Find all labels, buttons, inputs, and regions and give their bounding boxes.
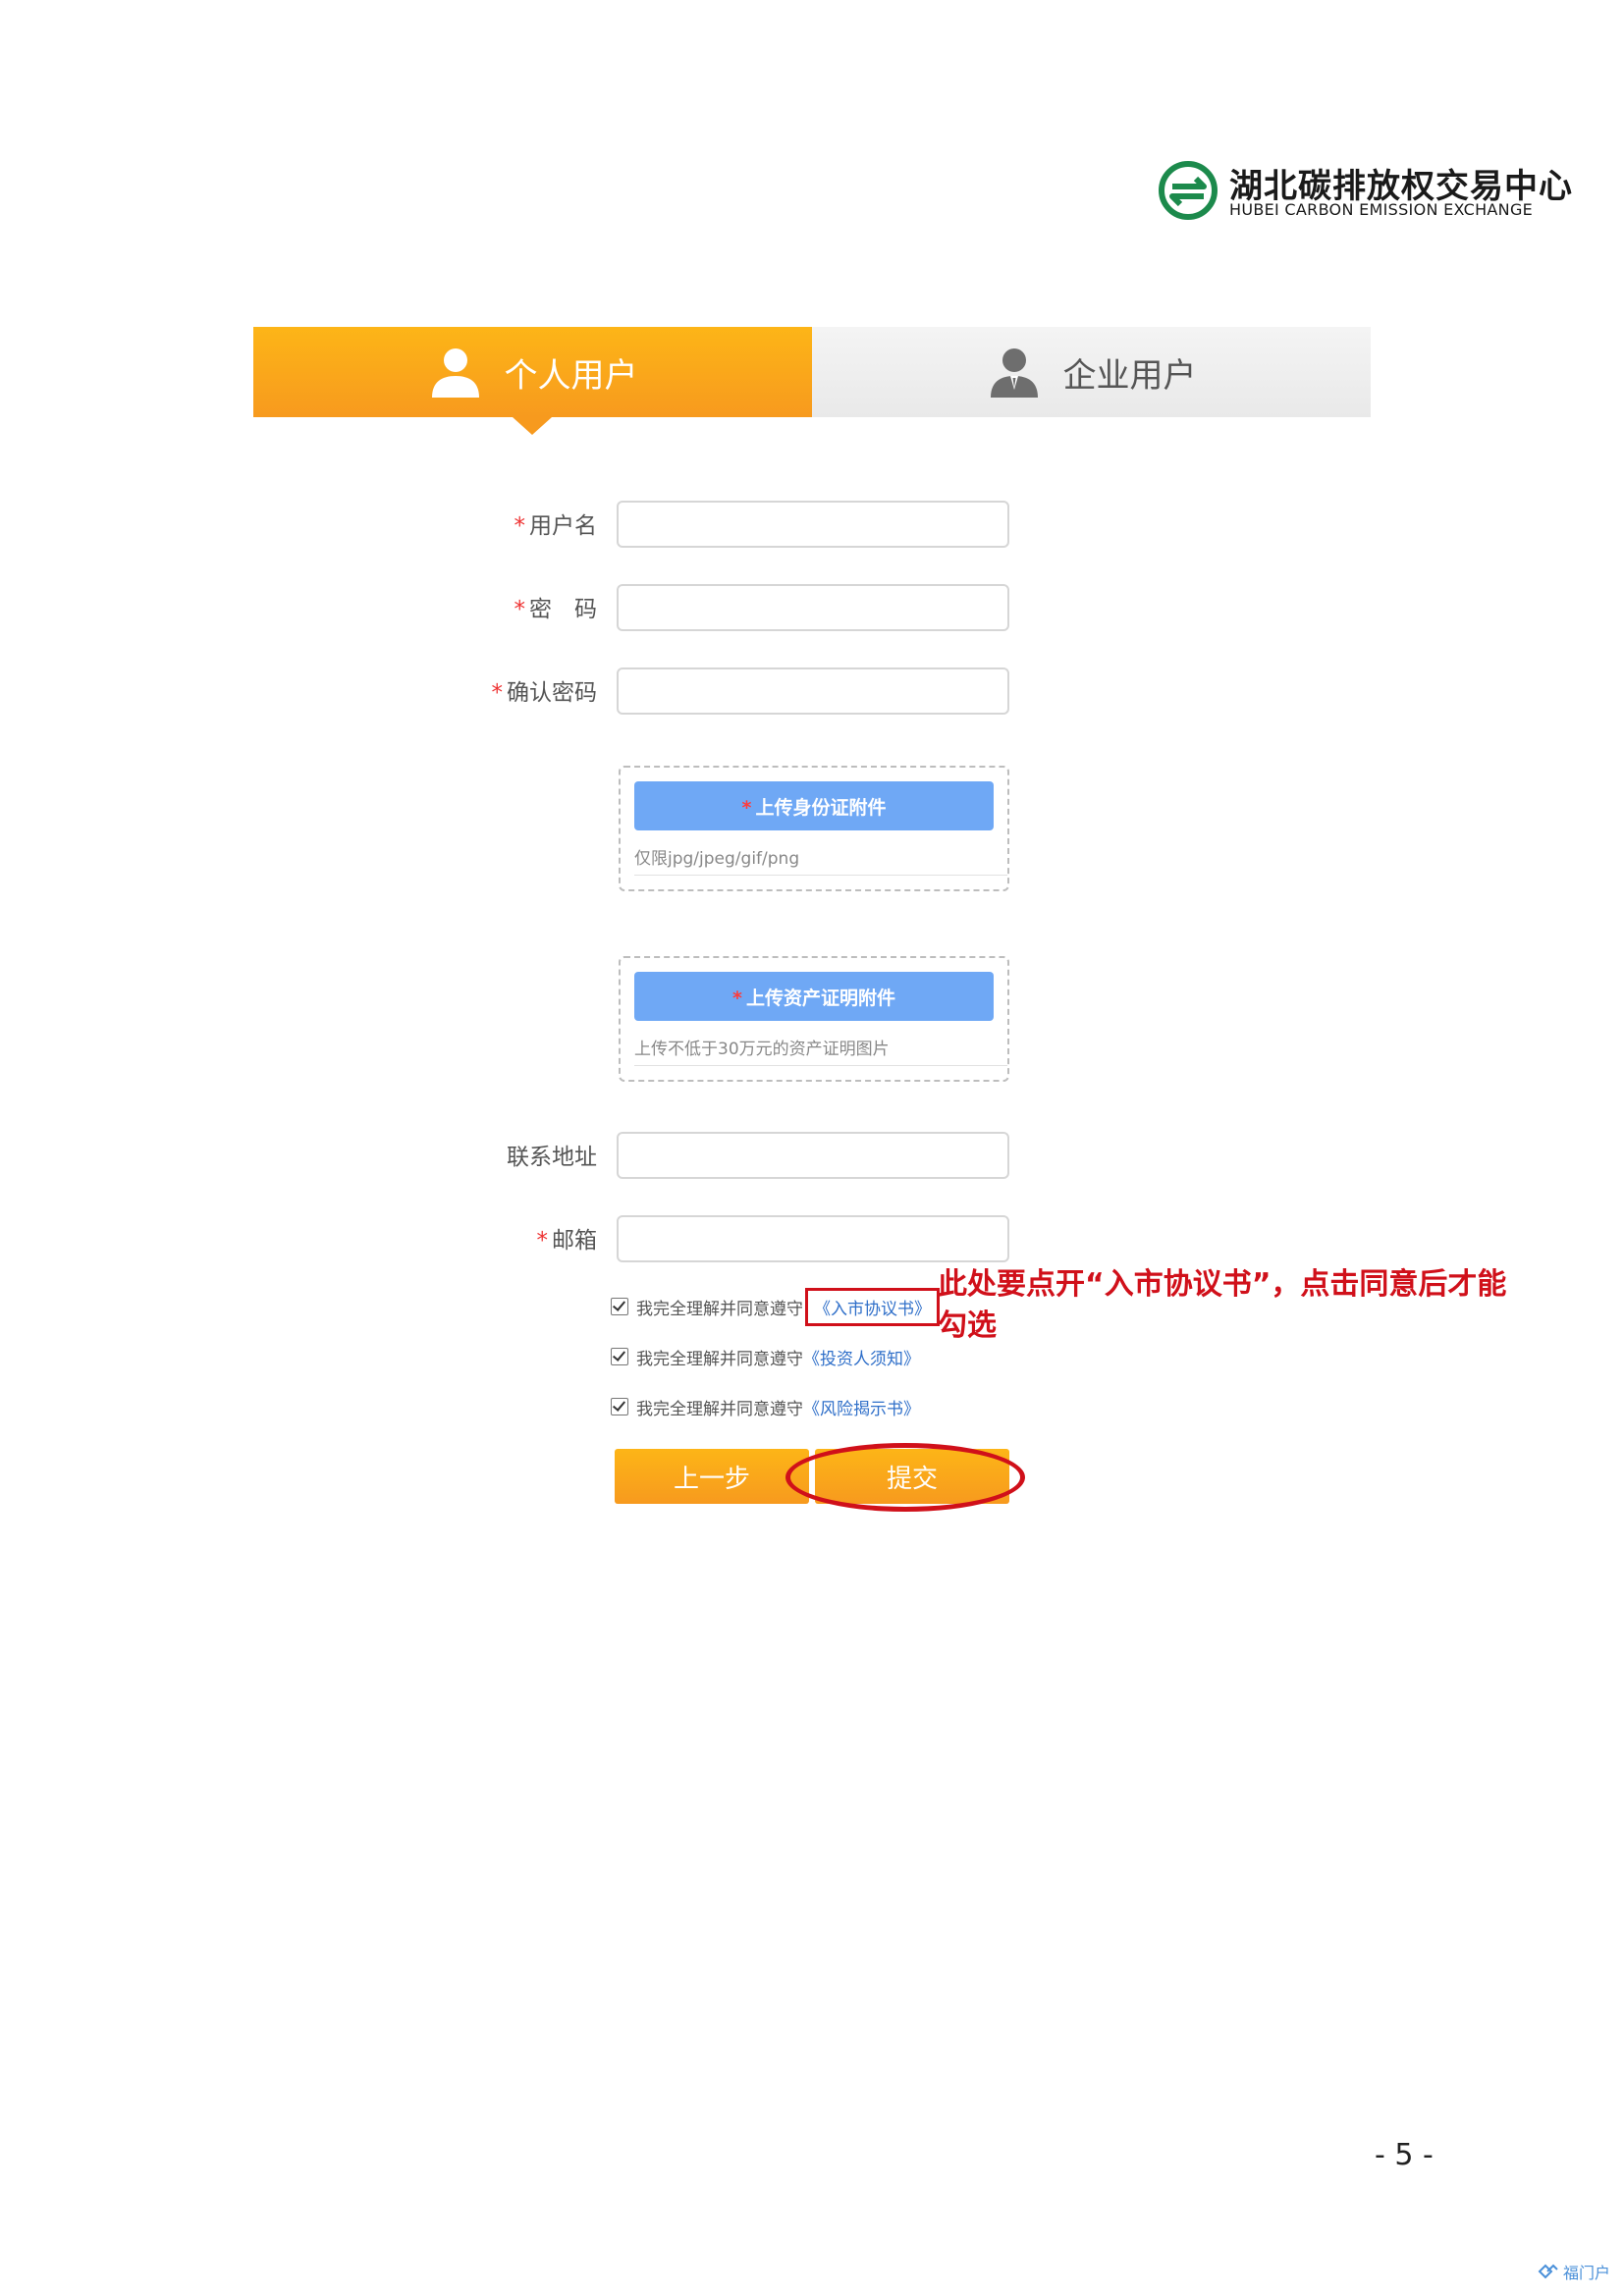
market-entry-agreement-link[interactable]: 《入市协议书》 bbox=[805, 1287, 940, 1326]
divider bbox=[634, 1065, 1007, 1066]
watermark: 福门户 bbox=[1538, 2260, 1610, 2283]
agreement-market-entry: 我完全理解并同意遵守 《入市协议书》 bbox=[611, 1287, 940, 1326]
agreement-investor-notice: 我完全理解并同意遵守 《投资人须知》 bbox=[611, 1342, 920, 1371]
password-label: * 密 码 bbox=[514, 597, 598, 622]
agreement-prefix: 我完全理解并同意遵守 bbox=[636, 1399, 803, 1419]
required-mark: * bbox=[514, 513, 526, 539]
tab-personal-user[interactable]: 个人用户 bbox=[253, 327, 812, 435]
required-mark: * bbox=[491, 680, 504, 706]
password-input[interactable] bbox=[617, 584, 1009, 631]
username-input[interactable] bbox=[617, 501, 1009, 548]
agreement-checkbox-risk-disclosure[interactable] bbox=[611, 1398, 628, 1415]
watermark-logo-icon bbox=[1538, 2264, 1558, 2279]
upload-asset-button[interactable]: * 上传资产证明附件 bbox=[634, 972, 994, 1021]
username-label: * 用户名 bbox=[514, 513, 598, 539]
upload-id-hint: 仅限jpg/jpeg/gif/png bbox=[634, 849, 800, 869]
agreement-checkbox-investor-notice[interactable] bbox=[611, 1348, 628, 1365]
page-number: - 5 - bbox=[1375, 2138, 1434, 2172]
agreement-checkbox-market-entry[interactable] bbox=[611, 1298, 628, 1315]
logo-english-name: HUBEI CARBON EMISSION EXCHANGE bbox=[1229, 200, 1534, 219]
email-input[interactable] bbox=[617, 1215, 1009, 1262]
confirm-password-row: * 确认密码 bbox=[412, 667, 1041, 719]
investor-notice-link[interactable]: 《投资人须知》 bbox=[803, 1345, 920, 1369]
tab-enterprise-user[interactable]: 企业用户 bbox=[812, 327, 1371, 417]
previous-step-button[interactable]: 上一步 bbox=[615, 1449, 809, 1504]
tab-personal-label: 个人用户 bbox=[504, 355, 638, 396]
agreement-prefix: 我完全理解并同意遵守 bbox=[636, 1299, 803, 1319]
required-mark: * bbox=[514, 597, 526, 622]
risk-disclosure-link[interactable]: 《风险揭示书》 bbox=[803, 1395, 920, 1419]
required-mark: * bbox=[536, 1228, 549, 1254]
email-label: * 邮箱 bbox=[536, 1228, 598, 1254]
upload-id-button[interactable]: * 上传身份证附件 bbox=[634, 781, 994, 830]
address-row: 联系地址 bbox=[412, 1132, 1041, 1183]
address-label: 联系地址 bbox=[507, 1145, 597, 1170]
password-row: * 密 码 bbox=[412, 584, 1041, 635]
confirm-password-input[interactable] bbox=[617, 667, 1009, 715]
email-row: * 邮箱 bbox=[412, 1215, 1041, 1266]
instruction-annotation: 此处要点开“入市协议书”，点击同意后才能勾选 bbox=[938, 1267, 1507, 1343]
agreement-prefix: 我完全理解并同意遵守 bbox=[636, 1349, 803, 1369]
business-person-icon bbox=[990, 348, 1038, 398]
confirm-password-label: * 确认密码 bbox=[491, 680, 598, 706]
upload-asset-hint: 上传不低于30万元的资产证明图片 bbox=[634, 1040, 890, 1059]
user-type-tabs: 个人用户 企业用户 bbox=[253, 327, 1371, 435]
submit-button[interactable]: 提交 bbox=[815, 1449, 1009, 1504]
tab-enterprise-label: 企业用户 bbox=[1062, 355, 1197, 396]
watermark-text: 福门户 bbox=[1563, 2264, 1611, 2282]
person-icon bbox=[431, 348, 479, 398]
exchange-logo: 湖北碳排放权交易中心 HUBEI CARBON EMISSION EXCHANG… bbox=[1159, 157, 1572, 226]
username-row: * 用户名 bbox=[412, 501, 1041, 552]
divider bbox=[634, 875, 1007, 876]
upload-id-box: * 上传身份证附件 仅限jpg/jpeg/gif/png bbox=[619, 766, 1009, 891]
carbon-exchange-logo-icon bbox=[1159, 161, 1218, 220]
address-input[interactable] bbox=[617, 1132, 1009, 1179]
agreement-risk-disclosure: 我完全理解并同意遵守 《风险揭示书》 bbox=[611, 1392, 920, 1421]
upload-asset-box: * 上传资产证明附件 上传不低于30万元的资产证明图片 bbox=[619, 956, 1009, 1082]
